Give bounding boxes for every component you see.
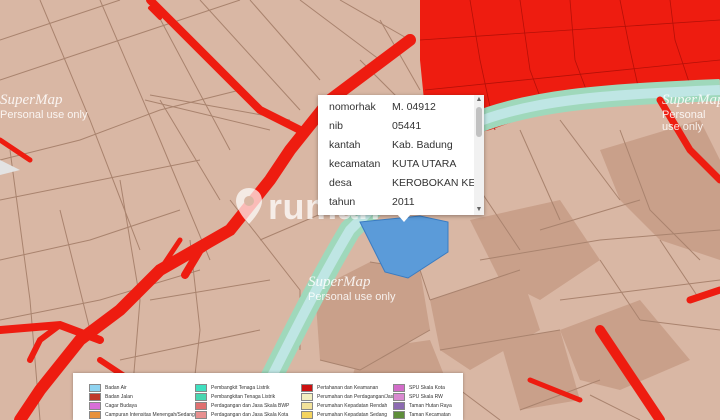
popup-scrollbar[interactable]: ▲ ▼	[474, 95, 484, 215]
legend-swatch	[195, 384, 207, 392]
legend-swatch	[89, 393, 101, 401]
legend-swatch	[301, 402, 313, 410]
legend-swatch	[393, 411, 405, 419]
parcel-info-popup[interactable]: nomorhak M. 04912 nib 05441 kantah Kab. Bad…	[318, 95, 484, 215]
legend-swatch	[301, 384, 313, 392]
legend-swatch	[89, 411, 101, 419]
popup-pointer	[397, 214, 411, 222]
scroll-thumb[interactable]	[476, 107, 482, 137]
supermap-watermark-right: SuperMap Personal use only	[662, 92, 720, 133]
legend-swatch	[393, 393, 405, 401]
legend-swatch	[301, 393, 313, 401]
map-legend: Badan Air Badan Jalan Cagar Budaya Campu…	[73, 373, 463, 420]
legend-swatch	[195, 411, 207, 419]
legend-swatch	[393, 402, 405, 410]
supermap-watermark-left: SuperMap Personal use only	[0, 92, 88, 121]
legend-swatch	[89, 384, 101, 392]
legend-swatch	[195, 393, 207, 401]
legend-swatch	[195, 402, 207, 410]
scroll-down-icon[interactable]: ▼	[474, 206, 484, 214]
legend-swatch	[89, 402, 101, 410]
legend-swatch	[393, 384, 405, 392]
legend-swatch	[301, 411, 313, 419]
popup-row-nomorhak: nomorhak M. 04912	[329, 101, 436, 113]
popup-row-tahun: tahun 2011	[329, 196, 415, 208]
supermap-watermark-center: SuperMap Personal use only	[308, 274, 396, 303]
popup-row-nib: nib 05441	[329, 120, 422, 132]
popup-row-desa: desaKEROBOKAN KELOD	[329, 177, 484, 189]
scroll-up-icon[interactable]: ▲	[474, 96, 484, 104]
popup-row-kecamatan: kecamatan KUTA UTARA	[329, 158, 457, 170]
popup-row-kantah: kantah Kab. Badung	[329, 139, 453, 151]
location-pin-icon	[236, 188, 262, 224]
